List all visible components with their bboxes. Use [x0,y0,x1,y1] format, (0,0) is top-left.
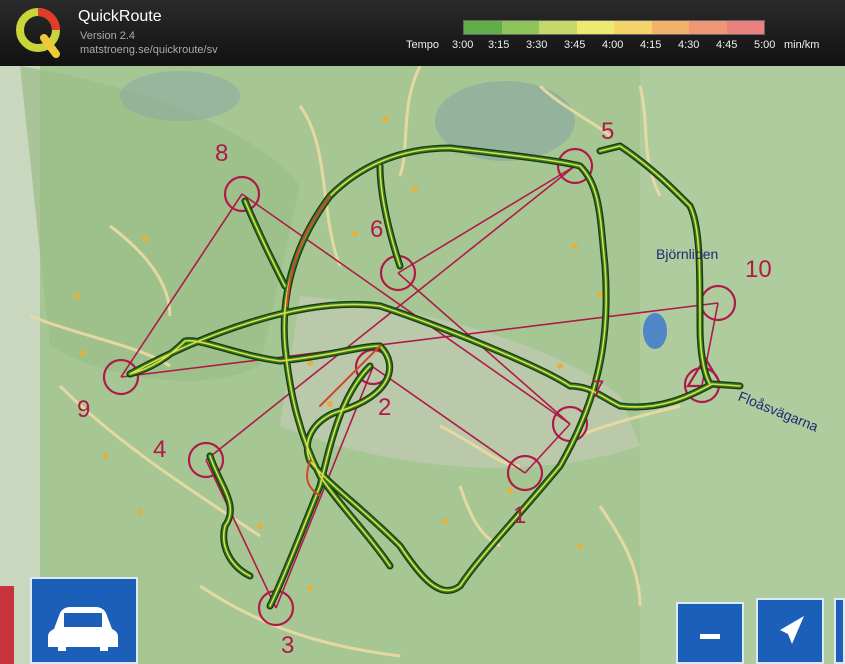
map-edge-red-marker [0,586,14,664]
tempo-tick: 4:45 [716,39,738,51]
tempo-tick: 4:00 [602,39,624,51]
control-number-7: 7 [591,376,605,403]
tempo-tick: 4:15 [640,39,662,51]
control-number-5: 5 [601,118,615,145]
tempo-scale-segment [539,21,577,34]
tempo-label: Tempo [406,39,440,51]
parking-sign [30,577,138,664]
direction-sign [756,598,824,664]
tempo-unit: min/km [784,39,820,51]
zoom-out-sign [676,602,744,664]
tempo-scale-labels: Tempo 3:00 3:15 3:30 3:45 4:00 4:15 4:30… [406,39,836,55]
control-number-1: 1 [513,502,527,529]
tempo-tick: 5:00 [754,39,776,51]
control-number-10: 10 [745,256,772,283]
app-header: QuickRoute Version 2.4 matstroeng.se/qui… [0,0,845,66]
sign-edge [834,598,845,664]
app-title: QuickRoute [78,8,162,25]
tempo-tick: 3:30 [526,39,548,51]
tempo-color-scale [463,20,765,35]
tempo-tick: 3:45 [564,39,586,51]
tempo-tick: 3:00 [452,39,474,51]
tempo-scale-segment [651,21,689,34]
tempo-scale-segment [501,21,539,34]
tempo-tick: 3:15 [488,39,510,51]
tempo-scale-segment [464,21,502,34]
map-canvas [0,66,845,664]
control-number-4: 4 [153,436,167,463]
quickroute-logo-icon [16,8,60,58]
control-number-9: 9 [77,396,91,423]
minus-icon [700,634,720,639]
tempo-scale-segment [726,21,764,34]
control-number-8: 8 [215,140,229,167]
tempo-scale-segment [576,21,614,34]
app-version: Version 2.4 [80,30,136,42]
arrow-icon [780,616,804,644]
tempo-scale-segment [614,21,652,34]
control-number-2: 2 [378,394,392,421]
orienteering-map[interactable]: 1 2 3 4 5 6 7 8 9 10 Björnliden Floåsväg… [0,66,845,664]
place-name-bjornliden: Björnliden [656,246,719,262]
car-icon [48,607,118,651]
tempo-tick: 4:30 [678,39,700,51]
control-number-3: 3 [281,632,295,659]
app-url-link[interactable]: matstroeng.se/quickroute/sv [80,44,218,56]
control-number-6: 6 [370,216,384,243]
tempo-scale-segment [689,21,727,34]
